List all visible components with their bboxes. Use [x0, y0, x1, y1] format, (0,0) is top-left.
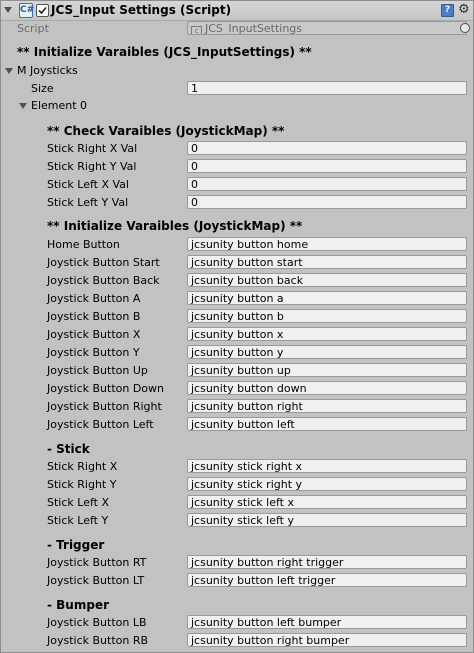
script-row: Script c JCS_InputSettings — [1, 21, 473, 37]
joysticks-label: M Joysticks — [17, 64, 78, 77]
component-header[interactable]: C# JCS_Input Settings (Script) ? ⚙ — [1, 1, 473, 21]
property-label: Joystick Button RB — [47, 634, 149, 647]
inspector-panel: C# JCS_Input Settings (Script) ? ⚙ Scrip… — [0, 0, 474, 653]
property-value-field[interactable]: jcsunity button left — [187, 417, 467, 431]
property-value-field[interactable]: jcsunity button right bumper — [187, 633, 467, 647]
property-label: Joystick Button B — [47, 310, 141, 323]
foldout-arrow-icon[interactable] — [4, 7, 12, 13]
size-label: Size — [31, 82, 54, 95]
section-init-title: ** Initialize Varaibles (JCS_InputSettin… — [17, 45, 312, 59]
csharp-script-icon: C# — [19, 3, 34, 18]
property-row: Joystick Button LT jcsunity button left t… — [1, 573, 473, 589]
property-value-field[interactable]: jcsunity button left trigger — [187, 573, 467, 587]
property-label: Stick Left X — [47, 496, 109, 509]
script-value: JCS_InputSettings — [205, 22, 303, 35]
property-label: Joystick Button RT — [47, 556, 147, 569]
section-stick-title: - Stick — [47, 442, 90, 456]
property-label: Stick Left Y Val — [47, 196, 129, 209]
property-value-field[interactable]: jcsunity button start — [187, 255, 467, 269]
property-value-field[interactable]: jcsunity button right trigger — [187, 555, 467, 569]
property-row: Stick Left Y Val 0 — [1, 195, 473, 211]
property-row: Stick Left Y jcsunity stick left y — [1, 513, 473, 529]
property-value-field[interactable]: jcsunity stick left x — [187, 495, 467, 509]
property-row: Stick Right Y jcsunity stick right y — [1, 477, 473, 493]
joysticks-foldout-arrow-icon[interactable] — [5, 68, 13, 74]
property-value-field[interactable]: jcsunity stick left y — [187, 513, 467, 527]
property-label: Joystick Button Up — [47, 364, 148, 377]
property-value-field[interactable]: jcsunity button left bumper — [187, 615, 467, 629]
property-row: Joystick Button LB jcsunity button left b… — [1, 615, 473, 631]
help-icon[interactable]: ? — [441, 4, 454, 17]
property-row: Joystick Button Left jcsunity button left — [1, 417, 473, 433]
property-value-field[interactable]: jcsunity button back — [187, 273, 467, 287]
property-label: Stick Right X — [47, 460, 118, 473]
property-value-field[interactable]: jcsunity button up — [187, 363, 467, 377]
property-label: Joystick Button Down — [47, 382, 165, 395]
property-value-field[interactable]: jcsunity button home — [187, 237, 467, 251]
property-row: Stick Right Y Val 0 — [1, 159, 473, 175]
size-field[interactable]: 1 — [187, 81, 467, 95]
property-row: Stick Left X jcsunity stick left x — [1, 495, 473, 511]
property-value-field[interactable]: jcsunity button x — [187, 327, 467, 341]
script-field[interactable]: c JCS_InputSettings — [187, 21, 467, 35]
property-value-field[interactable]: 0 — [187, 141, 467, 155]
property-value-field[interactable]: jcsunity button a — [187, 291, 467, 305]
property-row: Joystick Button B jcsunity button b — [1, 309, 473, 325]
property-value-field[interactable]: 0 — [187, 195, 467, 209]
property-label: Joystick Button LT — [47, 574, 145, 587]
joysticks-foldout[interactable]: M Joysticks — [1, 63, 473, 79]
property-row: Joystick Button RT jcsunity button right … — [1, 555, 473, 571]
component-enabled-checkbox[interactable] — [36, 4, 49, 17]
property-row: Joystick Button Down jcsunity button down — [1, 381, 473, 397]
property-row: Joystick Button Back jcsunity button back — [1, 273, 473, 289]
property-label: Stick Right X Val — [47, 142, 138, 155]
property-label: Joystick Button Left — [47, 418, 154, 431]
section-bumper-title: - Bumper — [47, 598, 109, 612]
property-label: Stick Right Y — [47, 478, 117, 491]
script-asset-icon: c — [191, 26, 202, 34]
property-label: Joystick Button Start — [47, 256, 160, 269]
property-label: Joystick Button A — [47, 292, 141, 305]
script-label: Script — [17, 22, 49, 35]
property-row: Joystick Button X jcsunity button x — [1, 327, 473, 343]
component-title: JCS_Input Settings (Script) — [51, 3, 232, 17]
property-row: Home Button jcsunity button home — [1, 237, 473, 253]
gear-icon[interactable]: ⚙ — [458, 3, 470, 17]
section-map-title: ** Initialize Varaibles (JoystickMap) ** — [47, 219, 303, 233]
property-row: Joystick Button Start jcsunity button sta… — [1, 255, 473, 271]
size-row: Size 1 — [1, 81, 473, 97]
property-row: Stick Right X jcsunity stick right x — [1, 459, 473, 475]
property-value-field[interactable]: jcsunity button b — [187, 309, 467, 323]
property-row: Joystick Button Up jcsunity button up — [1, 363, 473, 379]
property-value-field[interactable]: jcsunity button right — [187, 399, 467, 413]
object-picker-icon[interactable] — [460, 23, 470, 33]
section-check-title: ** Check Varaibles (JoystickMap) ** — [47, 124, 285, 138]
property-label: Stick Left Y — [47, 514, 109, 527]
property-row: Joystick Button A jcsunity button a — [1, 291, 473, 307]
element-0-foldout[interactable]: Element 0 — [1, 98, 473, 114]
property-label: Joystick Button LB — [47, 616, 147, 629]
property-value-field[interactable]: 0 — [187, 159, 467, 173]
property-label: Joystick Button Back — [47, 274, 160, 287]
property-row: Joystick Button Y jcsunity button y — [1, 345, 473, 361]
property-row: Joystick Button RB jcsunity button right … — [1, 633, 473, 649]
element-0-label: Element 0 — [31, 99, 88, 112]
property-row: Stick Left X Val 0 — [1, 177, 473, 193]
property-label: Joystick Button Right — [47, 400, 162, 413]
property-value-field[interactable]: jcsunity stick right x — [187, 459, 467, 473]
property-value-field[interactable]: jcsunity button y — [187, 345, 467, 359]
property-value-field[interactable]: jcsunity button down — [187, 381, 467, 395]
property-label: Joystick Button Y — [47, 346, 140, 359]
property-row: Joystick Button Right jcsunity button rig… — [1, 399, 473, 415]
section-trigger-title: - Trigger — [47, 538, 105, 552]
property-value-field[interactable]: jcsunity stick right y — [187, 477, 467, 491]
property-value-field[interactable]: 0 — [187, 177, 467, 191]
property-label: Stick Left X Val — [47, 178, 129, 191]
element-0-foldout-arrow-icon[interactable] — [19, 103, 27, 109]
property-label: Stick Right Y Val — [47, 160, 137, 173]
property-row: Stick Right X Val 0 — [1, 141, 473, 157]
property-label: Joystick Button X — [47, 328, 141, 341]
property-label: Home Button — [47, 238, 120, 251]
